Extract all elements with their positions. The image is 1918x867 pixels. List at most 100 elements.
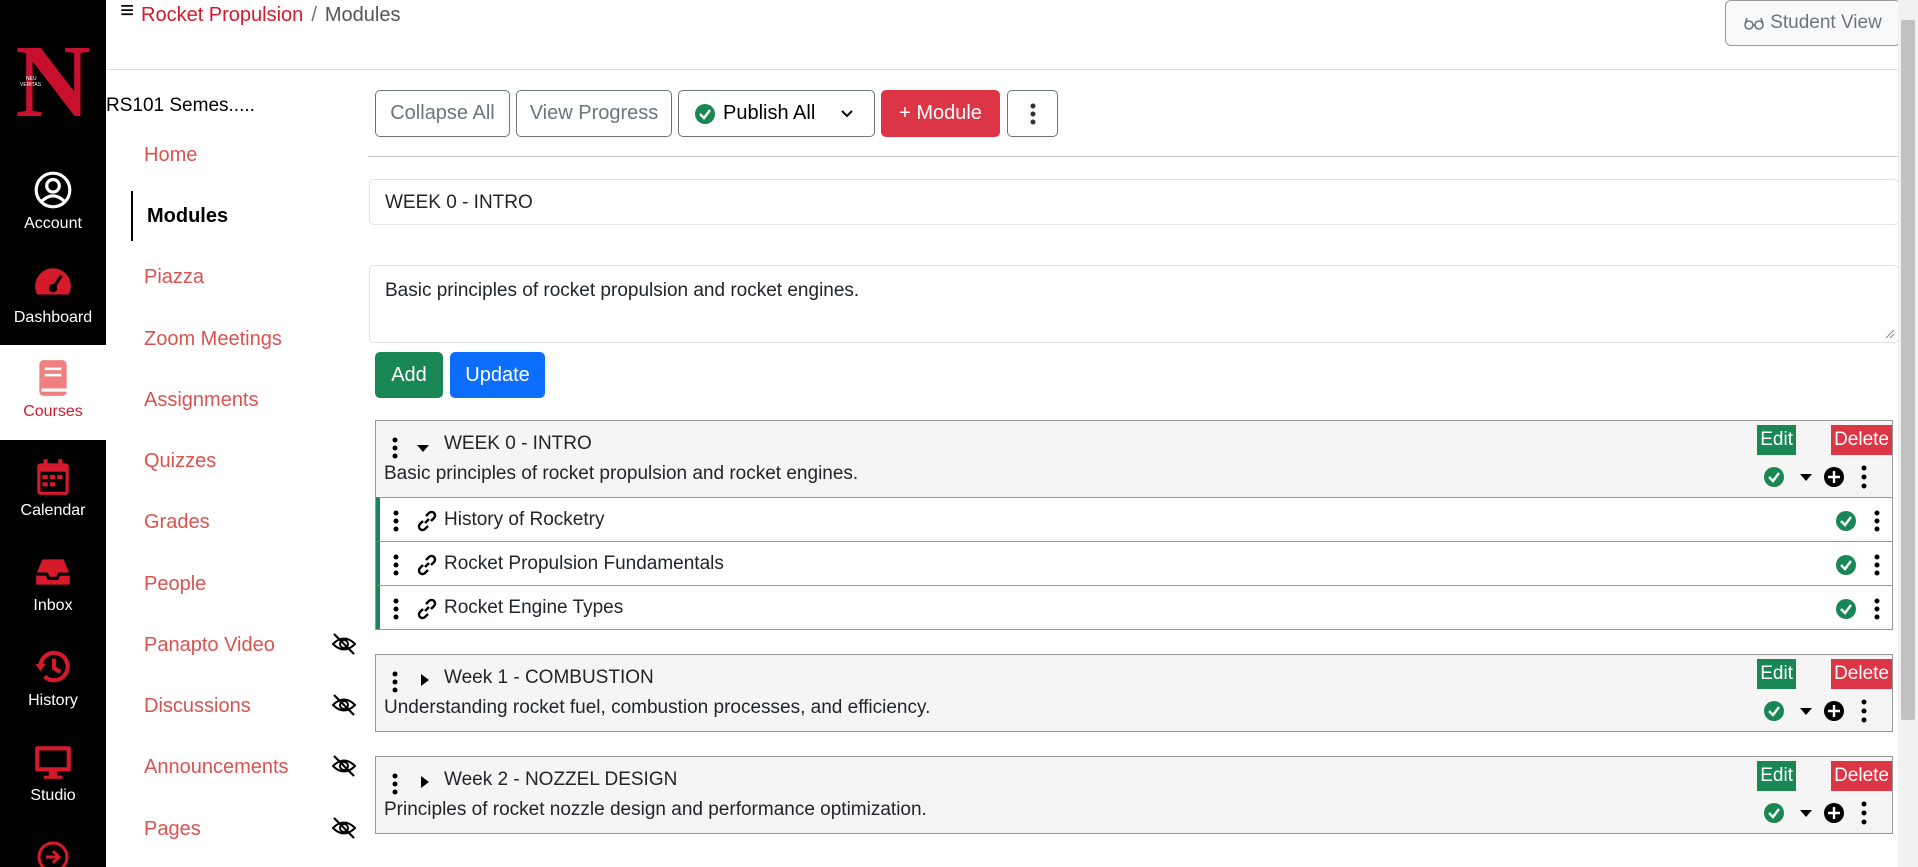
- edit-module-button[interactable]: Edit: [1757, 659, 1796, 689]
- edit-module-button[interactable]: Edit: [1757, 425, 1796, 455]
- drag-handle-icon[interactable]: [392, 671, 398, 693]
- check-circle-icon: [1764, 467, 1784, 487]
- course-nav-assignments[interactable]: Assignments: [131, 375, 361, 425]
- delete-module-button[interactable]: Delete: [1831, 659, 1892, 689]
- global-nav-calendar[interactable]: Calendar: [0, 440, 106, 535]
- global-nav-inbox[interactable]: Inbox: [0, 535, 106, 630]
- student-view-button[interactable]: Student View: [1725, 0, 1901, 46]
- module-description-textarea[interactable]: Basic principles of rocket propulsion an…: [369, 265, 1899, 343]
- check-circle-icon[interactable]: [1836, 599, 1856, 619]
- module-header[interactable]: Week 2 - NOZZEL DESIGN Principles of roc…: [376, 757, 1892, 833]
- global-nav-dashboard[interactable]: Dashboard: [0, 247, 106, 342]
- course-nav-panapto-video[interactable]: Panapto Video: [131, 620, 361, 670]
- vertical-dots-icon[interactable]: [1874, 510, 1880, 532]
- module-week-0: WEEK 0 - INTRO Basic principles of rocke…: [375, 420, 1893, 630]
- lesson-title: Rocket Engine Types: [444, 597, 624, 618]
- vertical-dots-icon: [1861, 801, 1867, 825]
- hamburger-menu-icon[interactable]: ≡: [120, 0, 134, 23]
- link-icon: [417, 554, 437, 576]
- course-nav-pages-row: Pages: [131, 804, 361, 854]
- drag-handle-icon[interactable]: [393, 510, 399, 532]
- svg-text:VERITAS: VERITAS: [20, 82, 42, 88]
- caret-right-icon[interactable]: [418, 673, 432, 687]
- vertical-dots-icon[interactable]: [1874, 598, 1880, 620]
- eye-slash-icon[interactable]: [331, 693, 357, 717]
- drag-handle-icon[interactable]: [393, 598, 399, 620]
- publish-all-dropdown[interactable]: Publish All: [678, 90, 875, 137]
- collapse-all-button[interactable]: Collapse All: [375, 90, 510, 137]
- caret-right-icon[interactable]: [418, 775, 432, 789]
- link-icon: [417, 510, 437, 532]
- course-nav-grades[interactable]: Grades: [131, 497, 361, 547]
- vertical-dots-icon[interactable]: [1874, 554, 1880, 576]
- course-nav-home[interactable]: Home: [131, 130, 361, 180]
- publish-all-label: Publish All: [723, 102, 816, 124]
- global-nav-courses[interactable]: Courses: [0, 345, 106, 440]
- add-module-button[interactable]: + Module: [881, 90, 1000, 137]
- toolbar-divider: [368, 156, 1898, 157]
- add-button[interactable]: Add: [375, 352, 443, 398]
- eye-slash-icon[interactable]: [331, 632, 357, 656]
- module-title: Week 2 - NOZZEL DESIGN: [444, 769, 678, 790]
- module-title: Week 1 - COMBUSTION: [444, 667, 654, 688]
- module-description-text: Basic principles of rocket propulsion an…: [385, 280, 860, 301]
- global-nav-studio[interactable]: Studio: [0, 725, 106, 820]
- course-nav-modules[interactable]: Modules: [131, 191, 361, 241]
- lesson-item[interactable]: Rocket Engine Types: [376, 585, 1892, 629]
- breadcrumb-course-link[interactable]: Rocket Propulsion: [141, 4, 303, 26]
- drag-handle-icon[interactable]: [392, 437, 398, 459]
- global-nav-account[interactable]: Account: [0, 153, 106, 248]
- global-nav-history[interactable]: History: [0, 630, 106, 725]
- caret-down-icon: [1800, 474, 1812, 481]
- lesson-item[interactable]: Rocket Propulsion Fundamentals: [376, 541, 1892, 585]
- module-name-input[interactable]: WEEK 0 - INTRO: [369, 179, 1899, 225]
- caret-down-icon: [1800, 708, 1812, 715]
- scrollbar-thumb[interactable]: [1901, 20, 1915, 720]
- plus-circle-icon: [1824, 701, 1844, 721]
- course-nav-pages[interactable]: Pages: [131, 804, 361, 854]
- module-header[interactable]: Week 1 - COMBUSTION Understanding rocket…: [376, 655, 1892, 731]
- delete-module-button[interactable]: Delete: [1831, 425, 1892, 455]
- course-nav-panapto-row: Panapto Video: [131, 620, 361, 670]
- global-nav-account-label: Account: [24, 215, 82, 232]
- delete-module-button[interactable]: Delete: [1831, 761, 1892, 791]
- check-circle-icon[interactable]: [1836, 555, 1856, 575]
- book-icon: [39, 360, 67, 396]
- course-nav-discussions[interactable]: Discussions: [131, 681, 361, 731]
- edit-module-button[interactable]: Edit: [1757, 761, 1796, 791]
- plus-circle-icon: [1824, 467, 1844, 487]
- update-button[interactable]: Update: [450, 352, 545, 398]
- course-nav-quizzes[interactable]: Quizzes: [131, 436, 361, 486]
- course-nav-zoom-meetings[interactable]: Zoom Meetings: [131, 314, 361, 364]
- breadcrumb-current: Modules: [324, 4, 401, 26]
- vertical-dots-icon: [1861, 465, 1867, 489]
- lesson-item[interactable]: History of Rocketry: [376, 497, 1892, 541]
- course-nav-announcements[interactable]: Announcements: [131, 742, 361, 792]
- module-header[interactable]: WEEK 0 - INTRO Basic principles of rocke…: [376, 421, 1892, 497]
- inbox-icon: [36, 559, 70, 585]
- monitor-icon: [35, 746, 71, 779]
- resize-handle-icon[interactable]: [1885, 329, 1895, 339]
- university-logo[interactable]: N NEU VERITAS: [4, 38, 102, 122]
- check-circle-icon: [1764, 701, 1784, 721]
- course-nav-piazza[interactable]: Piazza: [131, 252, 361, 302]
- module-controls: [1764, 801, 1867, 825]
- module-controls: [1764, 465, 1867, 489]
- eye-slash-icon[interactable]: [331, 754, 357, 778]
- glasses-icon: [1744, 17, 1764, 30]
- caret-down-icon[interactable]: [416, 441, 430, 455]
- module-controls: [1764, 699, 1867, 723]
- page-scrollbar[interactable]: [1898, 0, 1918, 867]
- course-nav-people[interactable]: People: [131, 559, 361, 609]
- global-nav-history-label: History: [28, 692, 78, 709]
- module-week-1: Week 1 - COMBUSTION Understanding rocket…: [375, 654, 1893, 732]
- eye-slash-icon[interactable]: [331, 816, 357, 840]
- plus-circle-icon: [1824, 803, 1844, 823]
- check-circle-icon[interactable]: [1836, 511, 1856, 531]
- toolbar-more-button[interactable]: [1007, 90, 1058, 137]
- drag-handle-icon[interactable]: [392, 773, 398, 795]
- drag-handle-icon[interactable]: [393, 554, 399, 576]
- lesson-title: Rocket Propulsion Fundamentals: [444, 553, 724, 574]
- logout-arrow-icon[interactable]: [36, 840, 70, 867]
- view-progress-button[interactable]: View Progress: [516, 90, 672, 137]
